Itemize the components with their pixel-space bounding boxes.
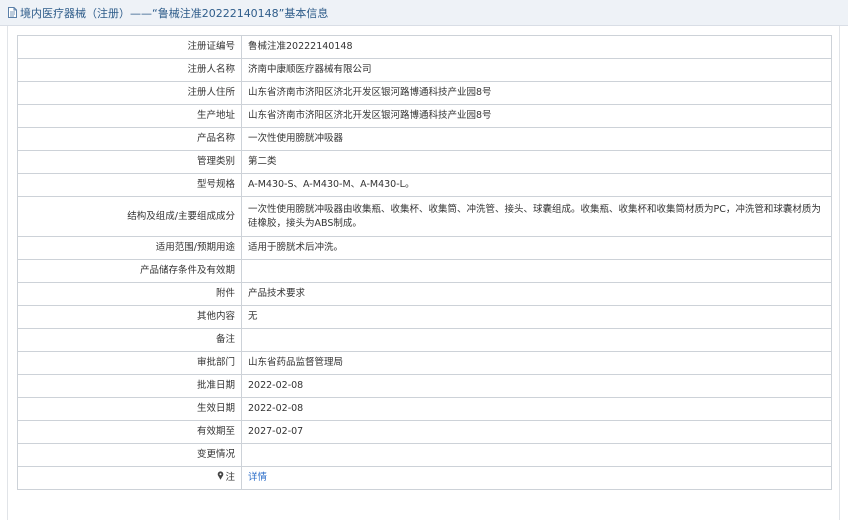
note-value-cell: 详情	[241, 466, 832, 490]
row-value: 无	[241, 305, 832, 329]
table-row: 批准日期 2022-02-08	[17, 374, 832, 398]
row-value	[241, 443, 832, 467]
row-label: 注册人名称	[17, 58, 242, 82]
row-label: 有效期至	[17, 420, 242, 444]
table-row: 审批部门 山东省药品监督管理局	[17, 351, 832, 375]
row-label: 备注	[17, 328, 242, 352]
row-value: 适用于膀胱术后冲洗。	[241, 236, 832, 260]
table-row: 管理类别 第二类	[17, 150, 832, 174]
row-value: 2022-02-08	[241, 374, 832, 398]
row-label: 注册人住所	[17, 81, 242, 105]
table-row: 适用范围/预期用途 适用于膀胱术后冲洗。	[17, 236, 832, 260]
row-label: 其他内容	[17, 305, 242, 329]
row-value: 济南中康顺医疗器械有限公司	[241, 58, 832, 82]
row-value: 2027-02-07	[241, 420, 832, 444]
row-label: 变更情况	[17, 443, 242, 467]
row-value: 鲁械注准20222140148	[241, 35, 832, 59]
table-row: 生效日期 2022-02-08	[17, 397, 832, 421]
row-label: 注册证编号	[17, 35, 242, 59]
row-value: 山东省济南市济阳区济北开发区银河路博通科技产业园8号	[241, 104, 832, 128]
row-value: 产品技术要求	[241, 282, 832, 306]
note-label: 注	[225, 472, 235, 483]
row-value: 一次性使用膀胱冲吸器	[241, 127, 832, 151]
row-label: 审批部门	[17, 351, 242, 375]
table-row: 备注	[17, 328, 832, 352]
row-value	[241, 328, 832, 352]
note-label-cell: 注	[17, 466, 242, 490]
row-value: 第二类	[241, 150, 832, 174]
details-link[interactable]: 详情	[248, 472, 267, 483]
note-row: 注 详情	[17, 466, 832, 490]
table-row: 注册人住所 山东省济南市济阳区济北开发区银河路博通科技产业园8号	[17, 81, 832, 105]
table-row: 变更情况	[17, 443, 832, 467]
row-label: 管理类别	[17, 150, 242, 174]
row-label: 生效日期	[17, 397, 242, 421]
row-value: A-M430-S、A-M430-M、A-M430-L。	[241, 173, 832, 197]
table-row: 注册人名称 济南中康顺医疗器械有限公司	[17, 58, 832, 82]
row-value: 一次性使用膀胱冲吸器由收集瓶、收集杯、收集筒、冲洗管、接头、球囊组成。收集瓶、收…	[241, 196, 832, 237]
row-label: 附件	[17, 282, 242, 306]
pin-icon	[217, 471, 224, 485]
table-row: 其他内容 无	[17, 305, 832, 329]
row-label: 生产地址	[17, 104, 242, 128]
table-row: 生产地址 山东省济南市济阳区济北开发区银河路博通科技产业园8号	[17, 104, 832, 128]
table-row: 产品名称 一次性使用膀胱冲吸器	[17, 127, 832, 151]
row-value: 山东省药品监督管理局	[241, 351, 832, 375]
info-panel: 注册证编号 鲁械注准20222140148 注册人名称 济南中康顺医疗器械有限公…	[7, 26, 840, 520]
page-title: 境内医疗器械（注册）——“鲁械注准20222140148”基本信息	[20, 6, 329, 20]
row-label: 产品名称	[17, 127, 242, 151]
table-row: 产品储存条件及有效期	[17, 259, 832, 283]
table-row: 有效期至 2027-02-07	[17, 420, 832, 444]
row-value: 2022-02-08	[241, 397, 832, 421]
row-value: 山东省济南市济阳区济北开发区银河路博通科技产业园8号	[241, 81, 832, 105]
document-icon	[8, 7, 17, 18]
table-row: 附件 产品技术要求	[17, 282, 832, 306]
row-label: 结构及组成/主要组成成分	[17, 196, 242, 237]
info-table: 注册证编号 鲁械注准20222140148 注册人名称 济南中康顺医疗器械有限公…	[17, 35, 832, 490]
table-row: 注册证编号 鲁械注准20222140148	[17, 35, 832, 59]
table-row: 结构及组成/主要组成成分 一次性使用膀胱冲吸器由收集瓶、收集杯、收集筒、冲洗管、…	[17, 196, 832, 237]
row-label: 型号规格	[17, 173, 242, 197]
row-label: 批准日期	[17, 374, 242, 398]
page-title-bar: 境内医疗器械（注册）——“鲁械注准20222140148”基本信息	[0, 0, 848, 26]
table-row: 型号规格 A-M430-S、A-M430-M、A-M430-L。	[17, 173, 832, 197]
row-label: 适用范围/预期用途	[17, 236, 242, 260]
row-label: 产品储存条件及有效期	[17, 259, 242, 283]
row-value	[241, 259, 832, 283]
